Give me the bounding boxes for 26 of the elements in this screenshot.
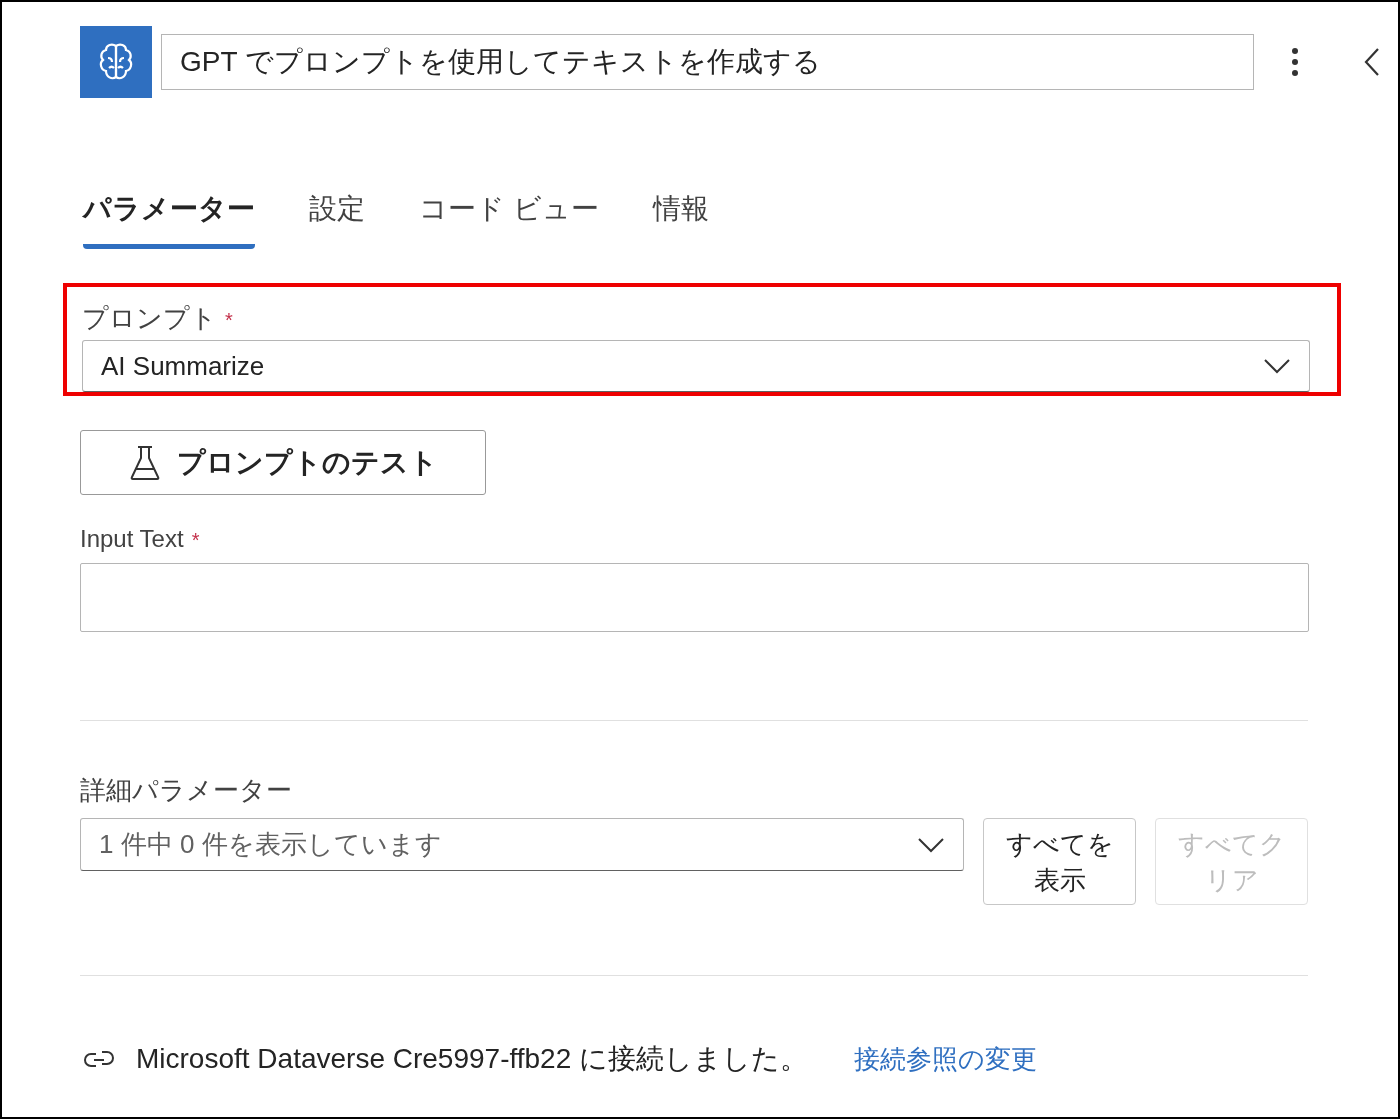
tab[interactable]: コード ビュー (419, 188, 599, 249)
prompt-value: AI Summarize (101, 349, 265, 383)
connection-status-text: Microsoft Dataverse Cre5997-ffb22 に接続しました。 (136, 1042, 809, 1076)
test-prompt-button[interactable]: プロンプトのテスト (80, 430, 486, 495)
required-mark: * (225, 308, 233, 333)
advanced-parameters-label: 詳細パラメーター (80, 774, 293, 807)
collapse-chevron-icon[interactable] (1364, 47, 1380, 77)
tab[interactable]: パラメーター (83, 188, 255, 249)
advanced-button[interactable]: すべてを表示 (983, 818, 1136, 905)
brain-logo-icon (80, 26, 152, 98)
chevron-down-icon (1263, 358, 1291, 374)
advanced-parameters-dropdown[interactable]: 1 件中 0 件を表示しています (80, 818, 964, 871)
input-text-label: Input Text (80, 524, 184, 554)
tab[interactable]: 情報 (652, 188, 709, 249)
flask-icon (128, 444, 161, 481)
required-mark: * (191, 528, 200, 553)
link-icon (82, 1048, 116, 1070)
title-field[interactable]: GPT でプロンプトを使用してテキストを作成する (161, 34, 1254, 90)
input-text-field[interactable] (80, 563, 1309, 632)
prompt-label: プロンプト (82, 302, 217, 335)
change-connection-link[interactable]: 接続参照の変更 (854, 1039, 1038, 1079)
prompt-dropdown[interactable]: AI Summarize (82, 340, 1310, 392)
more-options-icon[interactable] (1291, 47, 1299, 77)
tab[interactable]: 設定 (309, 188, 365, 249)
dropdown-value: 1 件中 0 件を表示しています (99, 828, 442, 861)
chevron-down-icon (917, 836, 945, 853)
